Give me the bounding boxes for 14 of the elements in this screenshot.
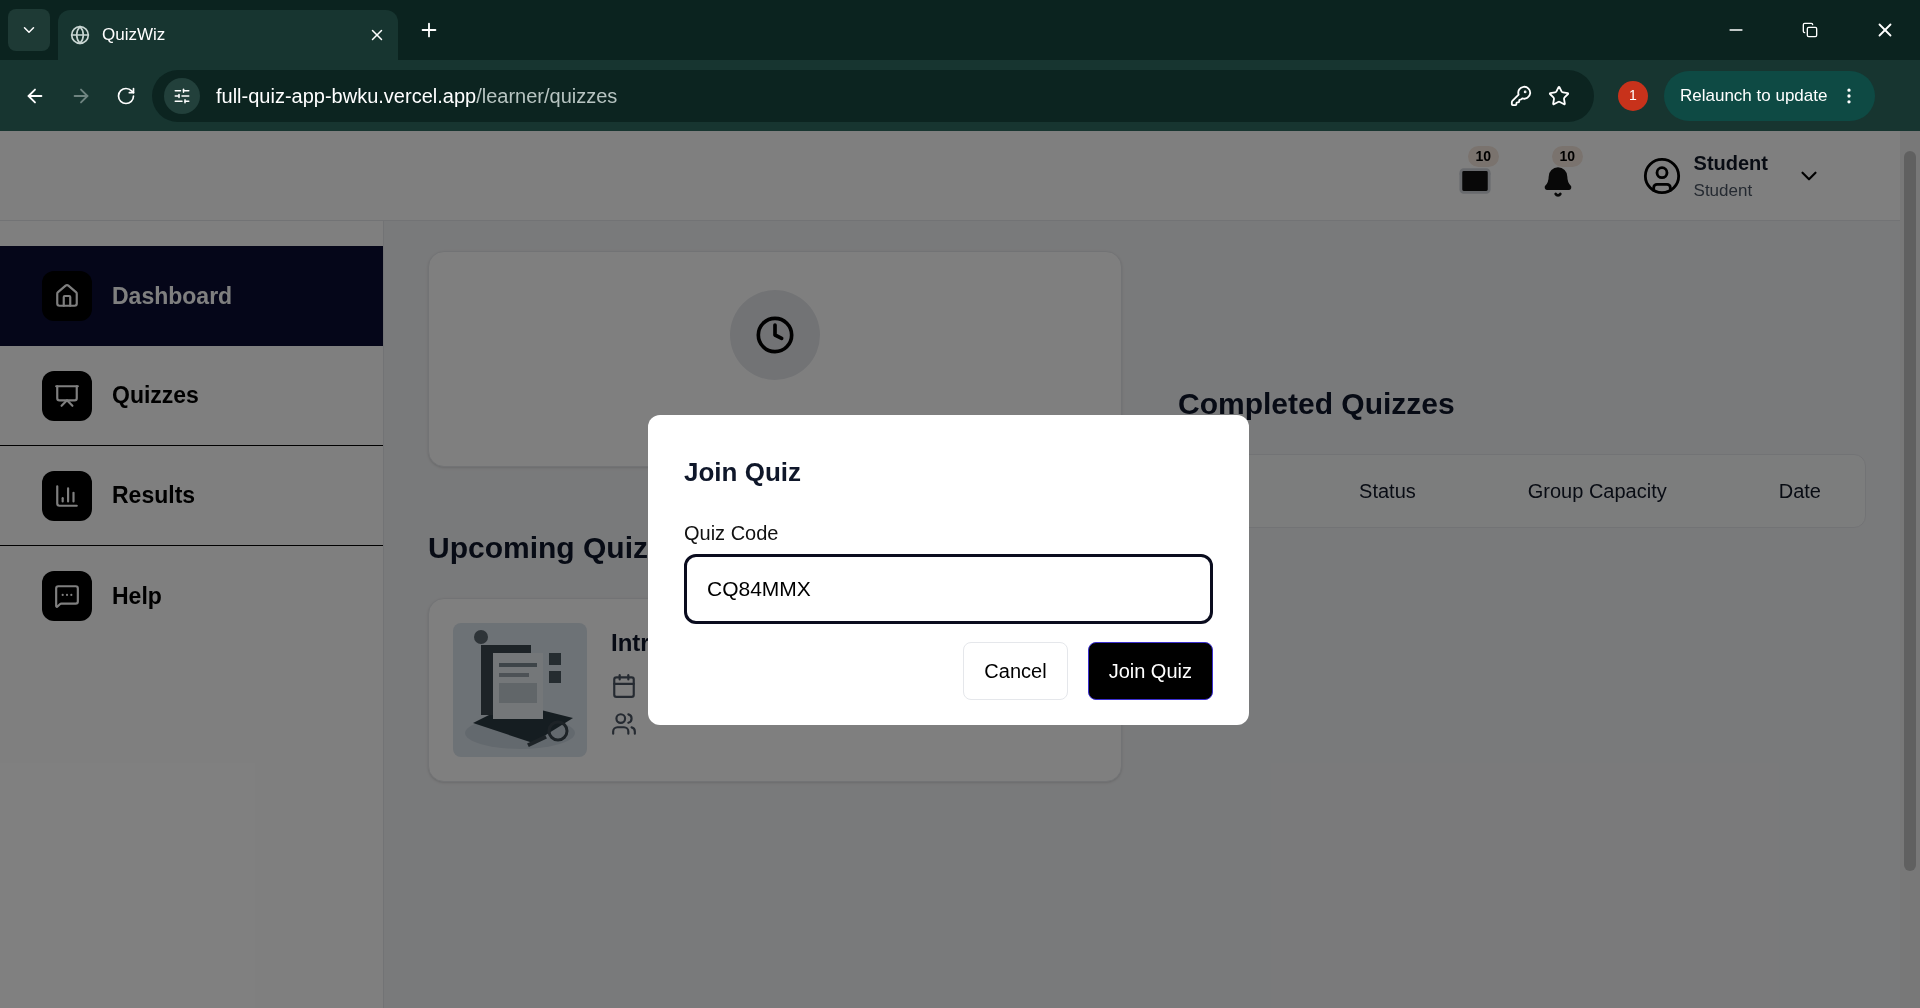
quiz-title: Intr [611, 628, 650, 658]
dialog-title: Join Quiz [684, 456, 802, 489]
notification-count-badge: 10 [1551, 145, 1584, 167]
mail-count-badge: 10 [1467, 145, 1500, 167]
tab-title: QuizWiz [102, 24, 167, 47]
user-role: Student [1693, 179, 1754, 202]
section-heading: Completed Quizzes [1178, 386, 1456, 422]
column-header: Status [1359, 479, 1416, 504]
column-header: Group Capacity [1527, 479, 1667, 504]
user-name: Student [1693, 150, 1768, 176]
column-header: Date [1778, 479, 1821, 504]
url-text: full-quiz-app-bwku.vercel.app/learner/quizzes [216, 83, 619, 109]
section-heading: Upcoming Quiz [428, 530, 648, 566]
field-label: Quiz Code [684, 521, 779, 546]
